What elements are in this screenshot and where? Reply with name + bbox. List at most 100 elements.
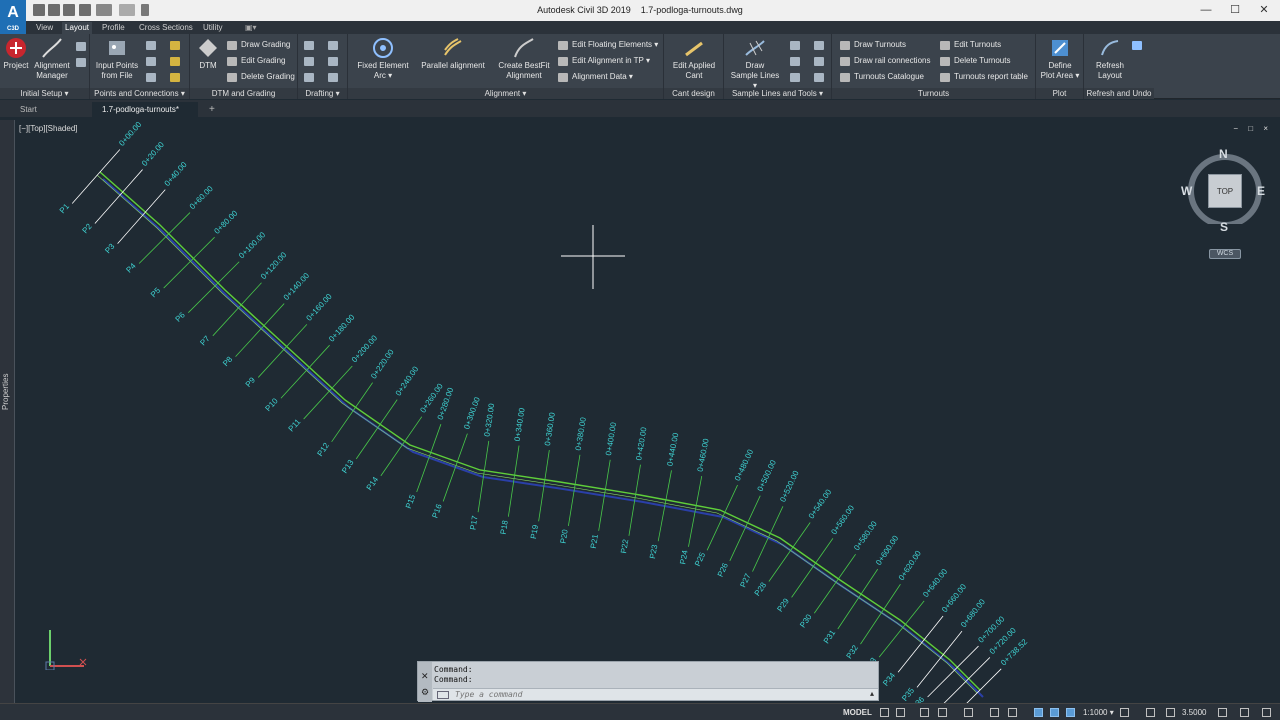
refresh-layout-button[interactable]: Refresh Layout (1088, 37, 1132, 81)
dtm-button[interactable]: DTM (194, 37, 222, 71)
command-input[interactable] (455, 689, 855, 700)
isolate-icon[interactable] (1218, 708, 1227, 717)
draw-sample-lines-button[interactable]: Draw Sample Lines ▾ (728, 37, 782, 91)
compass-east[interactable]: E (1257, 184, 1265, 198)
input-points-button[interactable]: Input Points from File (94, 37, 140, 81)
points-tool-icon[interactable] (146, 57, 156, 66)
tab-start[interactable]: Start (0, 102, 90, 117)
fixed-element-arc-button[interactable]: Fixed Element Arc ▾ (354, 37, 412, 81)
project-button[interactable]: Project (2, 37, 30, 71)
snap-icon[interactable] (896, 708, 905, 717)
viewport-window-controls[interactable]: − □ × (1233, 124, 1272, 133)
points-tool-icon[interactable] (170, 57, 180, 66)
sample-tool-icon[interactable] (790, 57, 800, 66)
drafting-tool-icon[interactable] (328, 41, 338, 50)
alignment-manager-button[interactable]: Alignment Manager (30, 37, 74, 81)
edit-applied-cant-button[interactable]: Edit Applied Cant (668, 37, 720, 81)
osnap-icon[interactable] (964, 708, 973, 717)
points-tool-icon[interactable] (170, 41, 180, 50)
wcs-menu[interactable]: WCS (1209, 249, 1241, 259)
app-logo[interactable]: A C3D (0, 0, 26, 34)
workspace-gear-icon[interactable] (1120, 708, 1129, 717)
command-line-handle[interactable]: ✕ ⚙ (418, 662, 432, 702)
points-tool-icon[interactable] (146, 41, 156, 50)
tab-drawing[interactable]: 1.7-podloga-turnouts* (92, 102, 198, 117)
create-bestfit-button[interactable]: Create BestFit Alignment (494, 37, 554, 81)
status-value[interactable]: 3.5000 (1182, 707, 1206, 718)
points-tool-icon[interactable] (146, 73, 156, 82)
drafting-tool-icon[interactable] (328, 57, 338, 66)
close-button[interactable]: ✕ (1254, 2, 1274, 18)
drafting-tool-icon[interactable] (304, 57, 314, 66)
viewcube-top-face[interactable]: TOP (1208, 174, 1242, 208)
edit-turnouts-button[interactable]: Edit Turnouts (940, 39, 1001, 51)
turnouts-report-button[interactable]: Turnouts report table (940, 71, 1028, 83)
fullscreen-icon[interactable] (1240, 708, 1249, 717)
drafting-tool-icon[interactable] (304, 41, 314, 50)
panel-title[interactable]: Sample Lines and Tools ▾ (724, 88, 831, 99)
annotation-scale-icon[interactable] (1066, 708, 1075, 717)
lineweight-icon[interactable] (1008, 708, 1017, 717)
close-icon[interactable]: ✕ (421, 671, 429, 682)
compass-west[interactable]: W (1181, 184, 1192, 198)
viewport-controls-label[interactable]: [−][Top][Shaded] (19, 124, 78, 133)
setup-tool-icon[interactable] (76, 42, 86, 51)
sample-tool-icon[interactable] (814, 73, 824, 82)
customize-menu-icon[interactable] (1262, 708, 1271, 717)
tab-layout[interactable]: Layout (62, 22, 93, 34)
grid-icon[interactable] (880, 708, 889, 717)
command-recent-icon[interactable]: ▴ (870, 689, 874, 698)
alignment-data-button[interactable]: Alignment Data ▾ (558, 71, 633, 83)
ortho-icon[interactable] (920, 708, 929, 717)
delete-grading-button[interactable]: Delete Grading (227, 71, 295, 83)
wrench-icon[interactable]: ⚙ (421, 687, 429, 698)
drafting-tool-icon[interactable] (304, 73, 314, 82)
sample-tool-icon[interactable] (814, 57, 824, 66)
tab-view[interactable]: View (33, 22, 56, 34)
sample-tool-icon[interactable] (790, 73, 800, 82)
delete-turnouts-button[interactable]: Delete Turnouts (940, 55, 1010, 67)
draw-turnouts-button[interactable]: Draw Turnouts (840, 39, 906, 51)
panel-title[interactable]: Alignment ▾ (348, 88, 663, 99)
auto-scale-icon[interactable] (1050, 708, 1059, 717)
edit-floating-elements-button[interactable]: Edit Floating Elements ▾ (558, 39, 658, 51)
edit-alignment-tp-button[interactable]: Edit Alignment in TP ▾ (558, 55, 650, 67)
undo-tool-icon[interactable] (1132, 41, 1142, 50)
station-label: 0+60.00 (188, 184, 215, 211)
tab-profile[interactable]: Profile (99, 22, 128, 34)
alignment-drawing[interactable]: 0+00.00 P1 0+20.00 P2 0+40.00 P3 0+60.00 P4 0+80… (16, 120, 1280, 703)
drafting-tool-icon[interactable] (328, 73, 338, 82)
edit-grading-button[interactable]: Edit Grading (227, 55, 285, 67)
tab-options-icon[interactable]: ▣▾ (242, 22, 260, 34)
viewcube[interactable]: TOP N S E W (1181, 146, 1265, 234)
draw-grading-button[interactable]: Draw Grading (227, 39, 290, 51)
command-prompt-icon[interactable] (437, 691, 449, 699)
fixed-element-icon (373, 38, 393, 58)
panel-title[interactable]: Initial Setup ▾ (0, 88, 89, 99)
tab-cross-sections[interactable]: Cross Sections (136, 22, 196, 34)
turnouts-catalogue-button[interactable]: Turnouts Catalogue (840, 71, 924, 83)
define-plot-area-button[interactable]: Define Plot Area ▾ (1038, 37, 1082, 81)
annotation-scale-select[interactable]: 1:1000 ▾ (1083, 707, 1114, 718)
sample-tool-icon[interactable] (790, 41, 800, 50)
compass-south[interactable]: S (1220, 220, 1228, 234)
maximize-button[interactable]: ☐ (1225, 2, 1245, 18)
panel-title[interactable]: Drafting ▾ (298, 88, 347, 99)
compass-north[interactable]: N (1219, 147, 1228, 161)
points-tool-icon[interactable] (170, 73, 180, 82)
tab-utility[interactable]: Utility (200, 22, 226, 34)
sample-tool-icon[interactable] (814, 41, 824, 50)
annotation-visibility-icon[interactable] (1034, 708, 1043, 717)
add-icon[interactable] (1146, 708, 1155, 717)
new-tab-button[interactable]: + (204, 102, 220, 117)
parallel-alignment-button[interactable]: Parallel alignment (418, 37, 488, 71)
minimize-button[interactable]: — (1196, 2, 1216, 18)
model-space-toggle[interactable]: MODEL (843, 707, 872, 718)
panel-title[interactable]: Points and Connections ▾ (90, 88, 189, 99)
polar-icon[interactable] (938, 708, 947, 717)
setup-tool-icon[interactable] (76, 58, 86, 67)
units-icon[interactable] (1166, 708, 1175, 717)
otrack-icon[interactable] (990, 708, 999, 717)
properties-sidebar[interactable]: Properties (0, 120, 15, 703)
draw-rail-connections-button[interactable]: Draw rail connections (840, 55, 930, 67)
